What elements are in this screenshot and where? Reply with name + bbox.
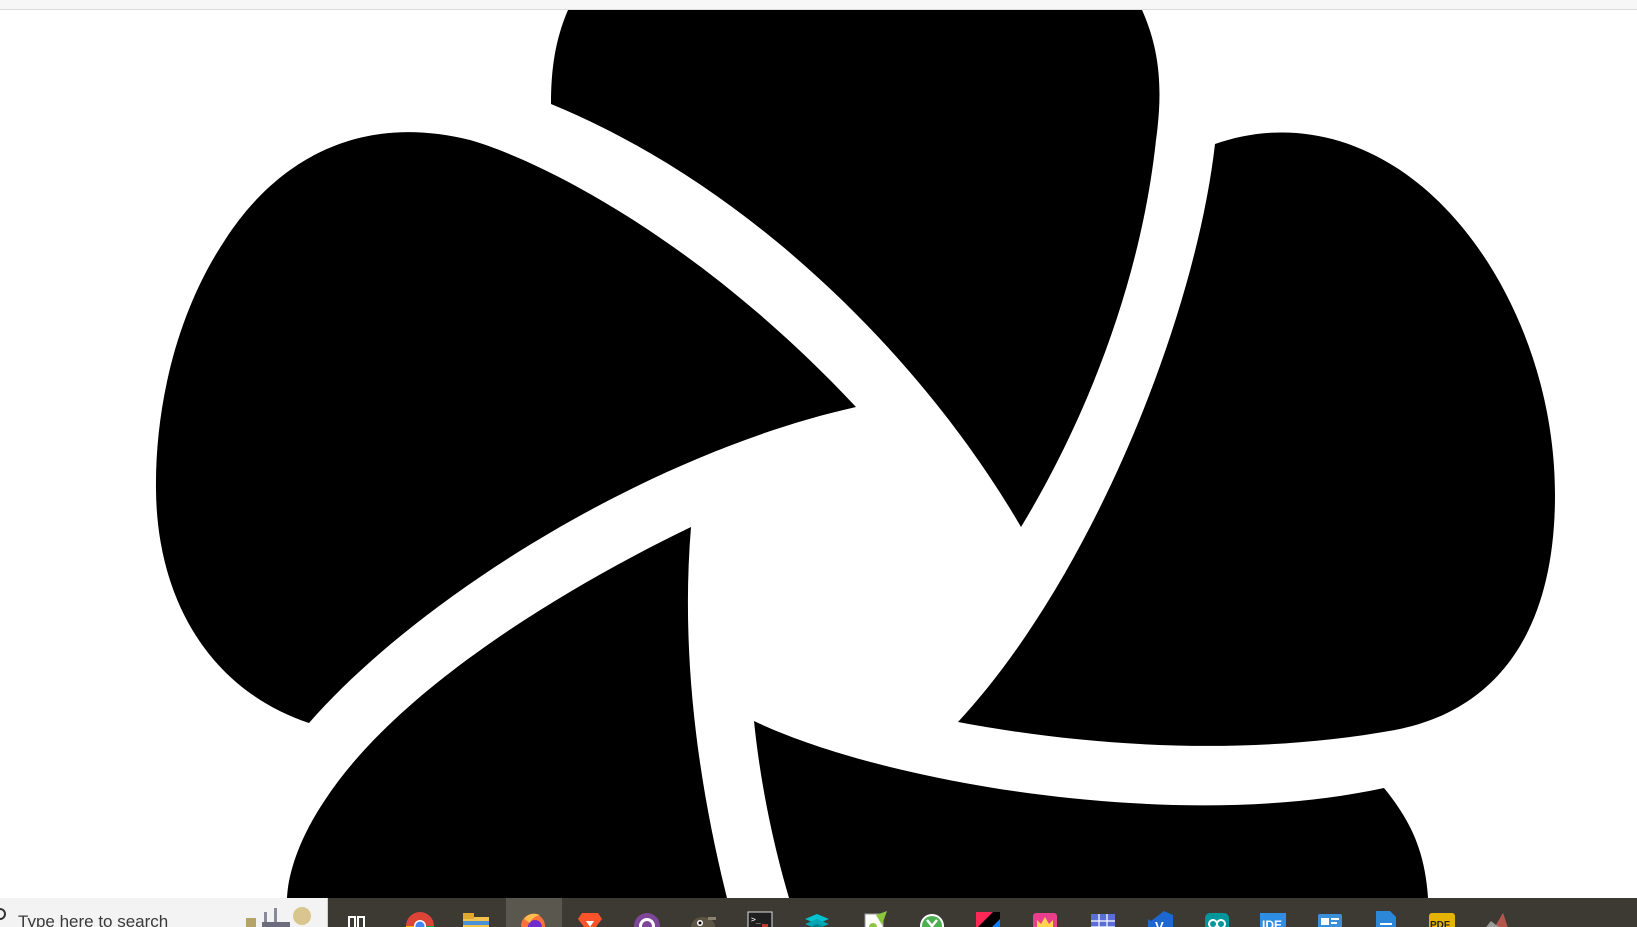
search-highlight-icon (246, 907, 311, 927)
gimp-icon[interactable] (688, 905, 718, 927)
logo-petal-bottom-right (754, 721, 1428, 898)
visual-studio-icon[interactable]: V (1145, 905, 1175, 927)
svg-text:IDE: IDE (1262, 918, 1282, 927)
matlab-icon[interactable] (1481, 905, 1511, 927)
image-viewer (0, 10, 1637, 898)
arduino-icon[interactable] (1202, 905, 1232, 927)
firefox-icon[interactable] (518, 905, 548, 927)
intellij-icon[interactable] (973, 905, 1003, 927)
svg-text:PDF: PDF (1430, 920, 1450, 927)
pdf-app-icon[interactable]: PDF (1427, 905, 1457, 927)
brave-icon[interactable] (575, 905, 605, 927)
ide-icon[interactable]: IDE (1258, 905, 1288, 927)
green-circle-app-icon[interactable] (917, 905, 947, 927)
document-app-icon[interactable] (1370, 905, 1400, 927)
chrome-icon[interactable] (405, 905, 435, 927)
windows-taskbar: Type here to search >_ V IDE PDF (0, 898, 1637, 927)
card-app-icon[interactable] (1315, 905, 1345, 927)
tor-browser-icon[interactable] (632, 905, 662, 927)
svg-text:>_: >_ (751, 915, 761, 924)
terminal-icon[interactable]: >_ (745, 905, 775, 927)
search-placeholder: Type here to search (18, 912, 169, 927)
crown-app-icon[interactable] (1030, 905, 1060, 927)
task-view-icon[interactable] (345, 905, 375, 927)
screen: Type here to search >_ V IDE PDF (0, 0, 1637, 927)
browser-top-strip (0, 0, 1637, 10)
grid-app-icon[interactable] (1088, 905, 1118, 927)
search-icon (0, 908, 6, 920)
notepad-plus-plus-icon[interactable] (860, 905, 890, 927)
taskbar-search-box[interactable]: Type here to search (0, 898, 328, 927)
shutter-logo-image (155, 10, 1555, 898)
file-explorer-icon[interactable] (461, 905, 491, 927)
svg-text:V: V (1155, 919, 1164, 927)
layers-app-icon[interactable] (802, 905, 832, 927)
